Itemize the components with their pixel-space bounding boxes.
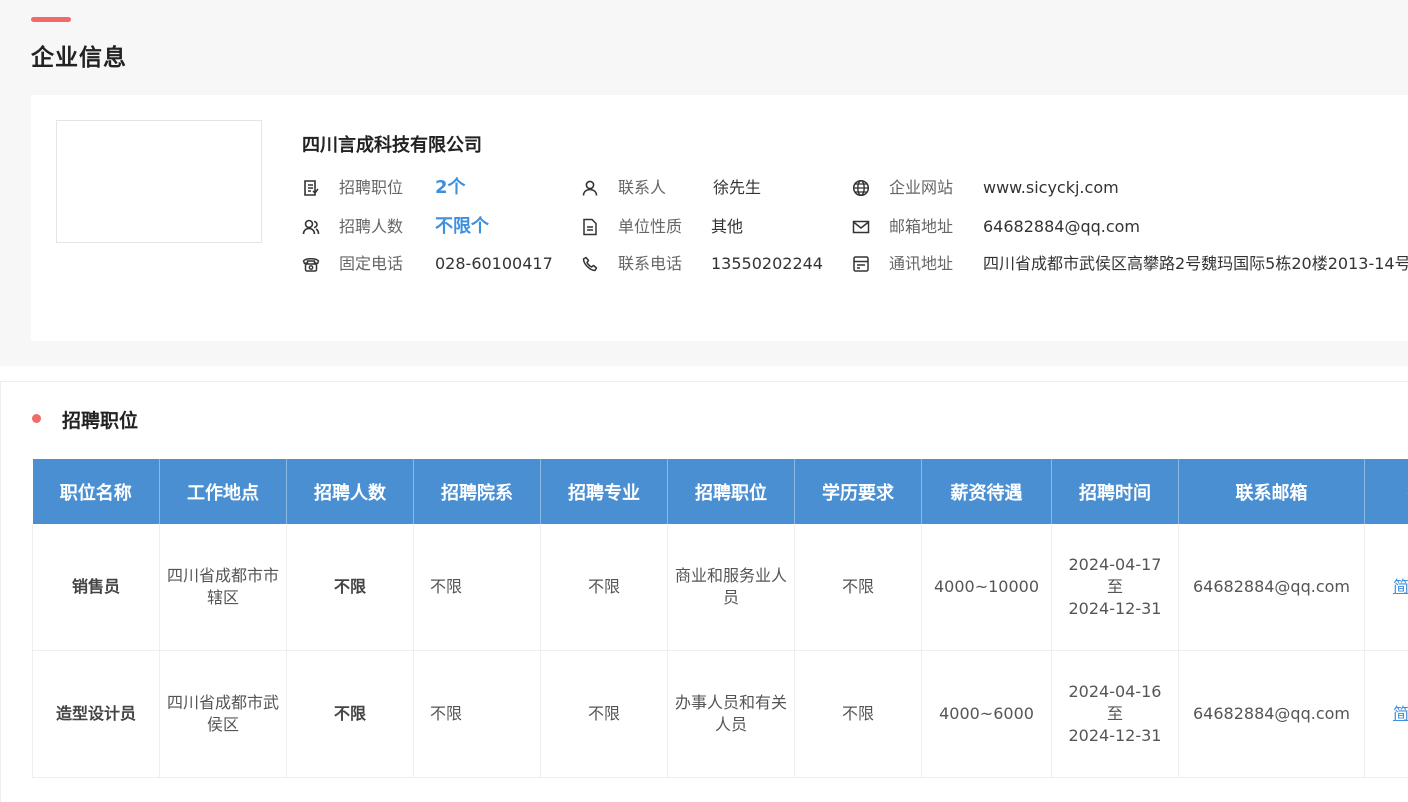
mobile-value: 13550202244	[711, 252, 823, 276]
page-title: 企业信息	[31, 38, 127, 72]
positions-value: 2个	[435, 176, 466, 200]
mail-icon	[852, 218, 870, 236]
title-accent-bar	[31, 17, 71, 22]
headcount-value: 不限个	[435, 215, 489, 239]
company-card: 四川言成科技有限公司 招聘职位 2个 招聘人数 不限个 固定电话 028-601…	[31, 95, 1408, 341]
col-header: 学历要求	[795, 459, 922, 524]
email-value: 64682884@qq.com	[983, 215, 1140, 239]
job-name: 销售员	[33, 524, 160, 651]
company-name: 四川言成科技有限公司	[302, 131, 482, 157]
headcount-label: 招聘人数	[339, 215, 403, 239]
col-header: 招聘人数	[287, 459, 414, 524]
job-headcount: 不限	[287, 651, 414, 778]
time-sep: 至	[1058, 703, 1172, 725]
job-department: 不限	[414, 524, 541, 651]
col-header: 招聘职位	[668, 459, 795, 524]
section-dot	[32, 414, 41, 423]
address-label: 通讯地址	[889, 252, 953, 276]
document-icon	[302, 179, 320, 197]
telephone-icon	[302, 255, 320, 273]
view-resume-link[interactable]: 简历查看	[1365, 651, 1408, 778]
time-start: 2024-04-17	[1058, 554, 1172, 576]
address-value: 四川省成都市武侯区高攀路2号魏玛国际5栋20楼2013-14号	[983, 252, 1408, 276]
col-header: 工作地点	[160, 459, 287, 524]
nature-label: 单位性质	[618, 215, 682, 239]
job-location: 四川省成都市市辖区	[160, 524, 287, 651]
positions-label: 招聘职位	[339, 176, 403, 200]
file-icon	[581, 218, 599, 236]
time-start: 2024-04-16	[1058, 681, 1172, 703]
job-time: 2024-04-16 至 2024-12-31	[1052, 651, 1179, 778]
website-value[interactable]: www.sicyckj.com	[983, 176, 1119, 200]
view-resume-link[interactable]: 简历查看	[1365, 524, 1408, 651]
job-headcount: 不限	[287, 524, 414, 651]
table-header-row: 职位名称 工作地点 招聘人数 招聘院系 招聘专业 招聘职位 学历要求 薪资待遇 …	[33, 459, 1408, 524]
col-header: 薪资待遇	[922, 459, 1052, 524]
website-label: 企业网站	[889, 176, 953, 200]
col-header: 职位名称	[33, 459, 160, 524]
job-education: 不限	[795, 524, 922, 651]
job-salary: 4000~10000	[922, 524, 1052, 651]
job-location: 四川省成都市武侯区	[160, 651, 287, 778]
col-header: 操	[1365, 459, 1408, 524]
time-end: 2024-12-31	[1058, 725, 1172, 747]
job-category: 办事人员和有关人员	[668, 651, 795, 778]
contact-value: 徐先生	[713, 176, 761, 200]
user-icon	[581, 179, 599, 197]
address-icon	[852, 255, 870, 273]
nature-value: 其他	[711, 215, 743, 239]
mobile-label: 联系电话	[618, 252, 682, 276]
jobs-section-title: 招聘职位	[62, 406, 138, 433]
email-label: 邮箱地址	[889, 215, 953, 239]
job-email: 64682884@qq.com	[1179, 524, 1365, 651]
time-end: 2024-12-31	[1058, 598, 1172, 620]
col-header: 招聘院系	[414, 459, 541, 524]
job-name: 造型设计员	[33, 651, 160, 778]
col-header: 招聘时间	[1052, 459, 1179, 524]
landline-value: 028-60100417	[435, 252, 553, 276]
col-header: 联系邮箱	[1179, 459, 1365, 524]
job-category: 商业和服务业人员	[668, 524, 795, 651]
job-time: 2024-04-17 至 2024-12-31	[1052, 524, 1179, 651]
job-email: 64682884@qq.com	[1179, 651, 1365, 778]
time-sep: 至	[1058, 576, 1172, 598]
job-department: 不限	[414, 651, 541, 778]
jobs-table: 职位名称 工作地点 招聘人数 招聘院系 招聘专业 招聘职位 学历要求 薪资待遇 …	[32, 459, 1408, 778]
phone-icon	[581, 255, 599, 273]
table-row: 造型设计员 四川省成都市武侯区 不限 不限 不限 办事人员和有关人员 不限 40…	[33, 651, 1408, 778]
contact-label: 联系人	[618, 176, 666, 200]
people-icon	[302, 218, 320, 236]
landline-label: 固定电话	[339, 252, 403, 276]
col-header: 招聘专业	[541, 459, 668, 524]
job-major: 不限	[541, 524, 668, 651]
job-salary: 4000~6000	[922, 651, 1052, 778]
job-education: 不限	[795, 651, 922, 778]
globe-icon	[852, 179, 870, 197]
job-major: 不限	[541, 651, 668, 778]
company-logo	[56, 120, 262, 243]
table-row: 销售员 四川省成都市市辖区 不限 不限 不限 商业和服务业人员 不限 4000~…	[33, 524, 1408, 651]
